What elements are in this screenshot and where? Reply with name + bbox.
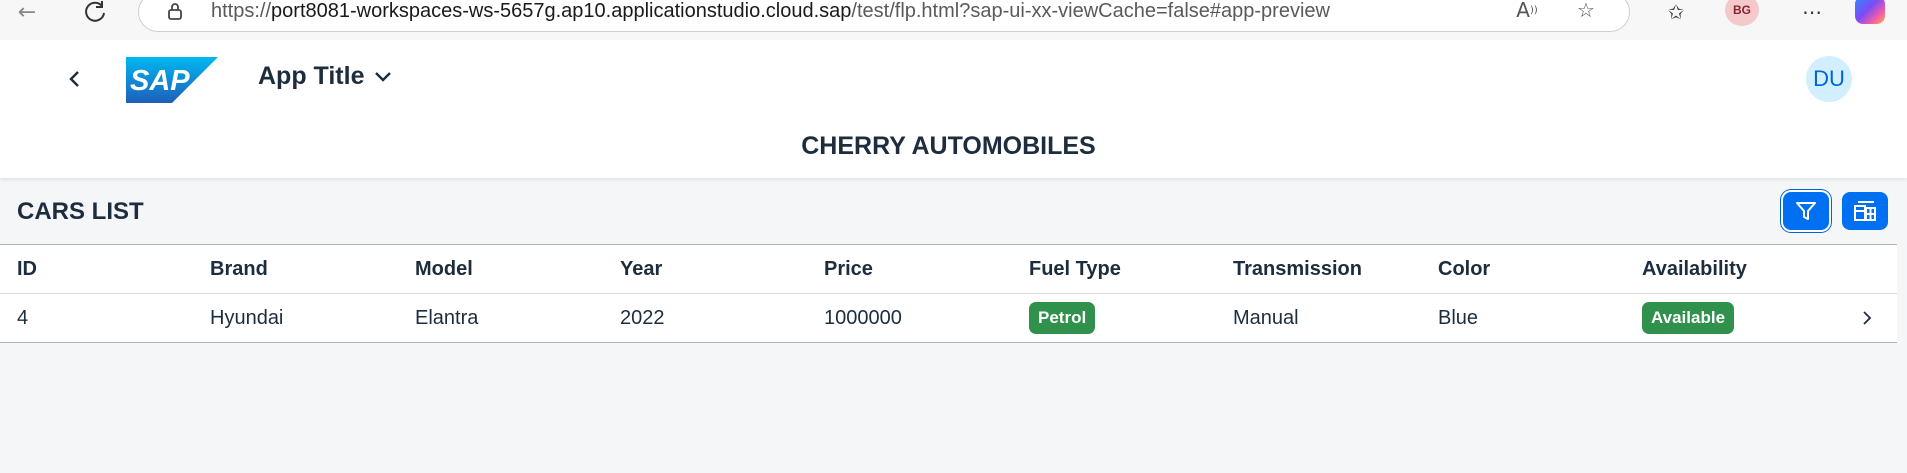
column-header-price[interactable]: Price bbox=[824, 245, 873, 293]
favorite-star-icon[interactable]: ☆ bbox=[1571, 0, 1601, 23]
refresh-icon[interactable] bbox=[78, 0, 112, 24]
table-toolbar: CARS LIST bbox=[0, 178, 1897, 244]
sap-logo[interactable]: SAP bbox=[126, 57, 218, 103]
cell-id: 4 bbox=[17, 306, 29, 329]
lock-icon[interactable] bbox=[167, 2, 183, 20]
cell-availability: Available bbox=[1642, 294, 1735, 342]
browser-profile-avatar[interactable]: BG bbox=[1725, 0, 1759, 26]
copilot-icon[interactable] bbox=[1855, 0, 1885, 24]
more-icon[interactable]: ⋯ bbox=[1795, 0, 1829, 24]
url-prefix: https:// bbox=[211, 0, 272, 22]
table-row[interactable]: 4 Hyundai Elantra 2022 1000000 Petrol Ma… bbox=[0, 294, 1897, 343]
url-path: /test/flp.html?sap-ui-xx-viewCache=false… bbox=[851, 0, 1330, 22]
back-arrow-icon[interactable]: ← bbox=[10, 0, 44, 25]
table-heading: CARS LIST bbox=[17, 198, 144, 225]
column-header-color[interactable]: Color bbox=[1438, 245, 1490, 293]
chevron-left-icon bbox=[69, 71, 79, 87]
cars-table: ID Brand Model Year Price Fuel Type Tran… bbox=[0, 244, 1897, 343]
favorites-list-icon[interactable]: ✩ bbox=[1659, 0, 1693, 24]
cell-year: 2022 bbox=[620, 306, 665, 329]
column-header-fuel-type[interactable]: Fuel Type bbox=[1029, 245, 1121, 293]
filter-icon bbox=[1796, 202, 1816, 220]
url-text[interactable]: https://port8081-workspaces-ws-5657g.ap1… bbox=[211, 0, 1330, 23]
page-title: CHERRY AUTOMOBILES bbox=[801, 132, 1096, 160]
chevron-down-icon bbox=[375, 71, 392, 82]
column-header-model[interactable]: Model bbox=[415, 245, 473, 293]
cell-color: Blue bbox=[1438, 306, 1479, 329]
cell-fuel-type: Petrol bbox=[1029, 294, 1096, 342]
cell-transmission: Manual bbox=[1233, 306, 1299, 329]
cell-model: Elantra bbox=[415, 306, 479, 329]
user-avatar[interactable]: DU bbox=[1806, 56, 1852, 102]
fuel-type-badge: Petrol bbox=[1029, 302, 1096, 334]
read-aloud-icon[interactable]: A)) bbox=[1512, 0, 1542, 23]
availability-badge: Available bbox=[1642, 302, 1735, 334]
row-navigation-icon[interactable] bbox=[1856, 294, 1878, 342]
table-settings-button[interactable] bbox=[1842, 192, 1888, 230]
cell-brand: Hyundai bbox=[210, 306, 284, 329]
back-button[interactable] bbox=[58, 62, 92, 96]
url-host: port8081-workspaces-ws-5657g.ap10.applic… bbox=[271, 0, 852, 22]
sap-logo-text: SAP bbox=[130, 65, 190, 97]
shell-header: SAP App Title DU CHERRY AUTOMOBILES bbox=[0, 40, 1907, 178]
address-bar[interactable]: https://port8081-workspaces-ws-5657g.ap1… bbox=[138, 0, 1630, 32]
app-title: App Title bbox=[258, 62, 365, 90]
column-header-year[interactable]: Year bbox=[620, 245, 662, 293]
table-header-row: ID Brand Model Year Price Fuel Type Tran… bbox=[0, 245, 1897, 294]
filter-button[interactable] bbox=[1783, 192, 1829, 230]
column-header-brand[interactable]: Brand bbox=[210, 245, 268, 293]
cell-price: 1000000 bbox=[824, 306, 902, 329]
browser-toolbar: ← https://port8081-workspaces-ws-5657g.a… bbox=[0, 0, 1907, 40]
column-header-transmission[interactable]: Transmission bbox=[1233, 245, 1362, 293]
app-title-menu[interactable]: App Title bbox=[258, 62, 392, 91]
column-header-availability[interactable]: Availability bbox=[1642, 245, 1747, 293]
column-header-id[interactable]: ID bbox=[17, 245, 37, 293]
table-settings-icon bbox=[1854, 201, 1876, 221]
